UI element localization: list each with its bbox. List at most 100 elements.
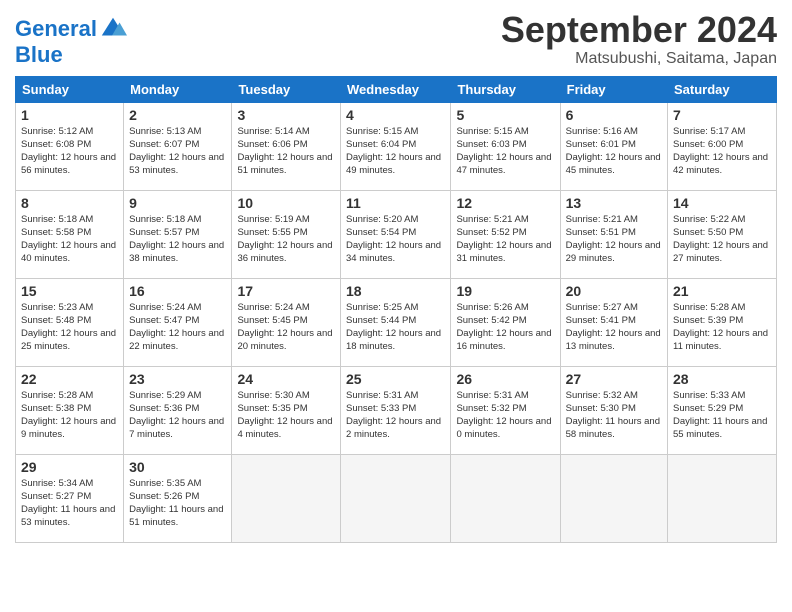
col-tuesday: Tuesday xyxy=(232,76,341,102)
day-info: Sunrise: 5:31 AMSunset: 5:32 PMDaylight:… xyxy=(456,389,554,442)
day-info: Sunrise: 5:26 AMSunset: 5:42 PMDaylight:… xyxy=(456,301,554,354)
table-row xyxy=(341,454,451,542)
table-row: 8Sunrise: 5:18 AMSunset: 5:58 PMDaylight… xyxy=(16,190,124,278)
day-info: Sunrise: 5:28 AMSunset: 5:38 PMDaylight:… xyxy=(21,389,118,442)
table-row xyxy=(560,454,667,542)
table-row: 27 Sunrise: 5:32 AMSunset: 5:30 PMDayligh… xyxy=(560,366,667,454)
day-number: 23 xyxy=(129,371,226,387)
table-row: 18Sunrise: 5:25 AMSunset: 5:44 PMDayligh… xyxy=(341,278,451,366)
day-number: 5 xyxy=(456,107,554,123)
day-number: 10 xyxy=(237,195,335,211)
day-info: Sunrise: 5:35 AMSunset: 5:26 PMDaylight:… xyxy=(129,477,226,530)
header: General Blue September 2024 Matsubushi, … xyxy=(15,10,777,68)
table-row: 9 Sunrise: 5:18 AMSunset: 5:57 PMDaylight… xyxy=(124,190,232,278)
day-info: Sunrise: 5:17 AMSunset: 6:00 PMDaylight:… xyxy=(673,125,771,178)
day-info: Sunrise: 5:21 AMSunset: 5:52 PMDaylight:… xyxy=(456,213,554,266)
table-row xyxy=(668,454,777,542)
day-info: Sunrise: 5:22 AMSunset: 5:50 PMDaylight:… xyxy=(673,213,771,266)
day-number: 11 xyxy=(346,195,445,211)
calendar-row-5: 29Sunrise: 5:34 AMSunset: 5:27 PMDayligh… xyxy=(16,454,777,542)
day-info: Sunrise: 5:23 AMSunset: 5:48 PMDaylight:… xyxy=(21,301,118,354)
day-info: Sunrise: 5:32 AMSunset: 5:30 PMDaylight:… xyxy=(566,389,662,442)
day-number: 24 xyxy=(237,371,335,387)
day-info: Sunrise: 5:28 AMSunset: 5:39 PMDaylight:… xyxy=(673,301,771,354)
day-number: 16 xyxy=(129,283,226,299)
day-number: 19 xyxy=(456,283,554,299)
table-row: 12Sunrise: 5:21 AMSunset: 5:52 PMDayligh… xyxy=(451,190,560,278)
day-info: Sunrise: 5:30 AMSunset: 5:35 PMDaylight:… xyxy=(237,389,335,442)
day-info: Sunrise: 5:20 AMSunset: 5:54 PMDaylight:… xyxy=(346,213,445,266)
day-number: 4 xyxy=(346,107,445,123)
day-number: 13 xyxy=(566,195,662,211)
location-subtitle: Matsubushi, Saitama, Japan xyxy=(501,50,777,68)
day-info: Sunrise: 5:15 AMSunset: 6:03 PMDaylight:… xyxy=(456,125,554,178)
day-number: 8 xyxy=(21,195,118,211)
calendar-row-2: 8Sunrise: 5:18 AMSunset: 5:58 PMDaylight… xyxy=(16,190,777,278)
table-row: 13 Sunrise: 5:21 AMSunset: 5:51 PMDayligh… xyxy=(560,190,667,278)
table-row: 7 Sunrise: 5:17 AMSunset: 6:00 PMDaylight… xyxy=(668,102,777,190)
logo-icon xyxy=(99,15,127,43)
day-info: Sunrise: 5:25 AMSunset: 5:44 PMDaylight:… xyxy=(346,301,445,354)
month-title: September 2024 xyxy=(501,10,777,50)
day-number: 25 xyxy=(346,371,445,387)
table-row: 30 Sunrise: 5:35 AMSunset: 5:26 PMDayligh… xyxy=(124,454,232,542)
day-number: 14 xyxy=(673,195,771,211)
table-row: 23 Sunrise: 5:29 AMSunset: 5:36 PMDayligh… xyxy=(124,366,232,454)
col-friday: Friday xyxy=(560,76,667,102)
table-row: 25 Sunrise: 5:31 AMSunset: 5:33 PMDayligh… xyxy=(341,366,451,454)
day-info: Sunrise: 5:24 AMSunset: 5:45 PMDaylight:… xyxy=(237,301,335,354)
logo-blue-text: Blue xyxy=(15,43,127,67)
day-number: 20 xyxy=(566,283,662,299)
day-info: Sunrise: 5:33 AMSunset: 5:29 PMDaylight:… xyxy=(673,389,771,442)
table-row: 24 Sunrise: 5:30 AMSunset: 5:35 PMDayligh… xyxy=(232,366,341,454)
table-row: 2Sunrise: 5:13 AMSunset: 6:07 PMDaylight… xyxy=(124,102,232,190)
day-info: Sunrise: 5:18 AMSunset: 5:57 PMDaylight:… xyxy=(129,213,226,266)
day-info: Sunrise: 5:21 AMSunset: 5:51 PMDaylight:… xyxy=(566,213,662,266)
day-info: Sunrise: 5:15 AMSunset: 6:04 PMDaylight:… xyxy=(346,125,445,178)
page-container: General Blue September 2024 Matsubushi, … xyxy=(0,0,792,553)
calendar-header-row: Sunday Monday Tuesday Wednesday Thursday… xyxy=(16,76,777,102)
day-number: 28 xyxy=(673,371,771,387)
table-row: 17Sunrise: 5:24 AMSunset: 5:45 PMDayligh… xyxy=(232,278,341,366)
table-row: 19 Sunrise: 5:26 AMSunset: 5:42 PMDayligh… xyxy=(451,278,560,366)
table-row: 14 Sunrise: 5:22 AMSunset: 5:50 PMDayligh… xyxy=(668,190,777,278)
logo-text: General xyxy=(15,17,97,41)
day-number: 30 xyxy=(129,459,226,475)
calendar-table: Sunday Monday Tuesday Wednesday Thursday… xyxy=(15,76,777,543)
table-row: 29Sunrise: 5:34 AMSunset: 5:27 PMDayligh… xyxy=(16,454,124,542)
calendar-row-3: 15 Sunrise: 5:23 AMSunset: 5:48 PMDayligh… xyxy=(16,278,777,366)
day-number: 7 xyxy=(673,107,771,123)
col-wednesday: Wednesday xyxy=(341,76,451,102)
day-info: Sunrise: 5:29 AMSunset: 5:36 PMDaylight:… xyxy=(129,389,226,442)
day-number: 15 xyxy=(21,283,118,299)
table-row: 11 Sunrise: 5:20 AMSunset: 5:54 PMDayligh… xyxy=(341,190,451,278)
logo: General Blue xyxy=(15,15,127,67)
day-number: 9 xyxy=(129,195,226,211)
table-row: 15 Sunrise: 5:23 AMSunset: 5:48 PMDayligh… xyxy=(16,278,124,366)
table-row xyxy=(232,454,341,542)
calendar-row-4: 22Sunrise: 5:28 AMSunset: 5:38 PMDayligh… xyxy=(16,366,777,454)
calendar-row-1: 1 Sunrise: 5:12 AMSunset: 6:08 PMDaylight… xyxy=(16,102,777,190)
day-info: Sunrise: 5:19 AMSunset: 5:55 PMDaylight:… xyxy=(237,213,335,266)
day-info: Sunrise: 5:14 AMSunset: 6:06 PMDaylight:… xyxy=(237,125,335,178)
day-info: Sunrise: 5:27 AMSunset: 5:41 PMDaylight:… xyxy=(566,301,662,354)
day-info: Sunrise: 5:12 AMSunset: 6:08 PMDaylight:… xyxy=(21,125,118,178)
col-sunday: Sunday xyxy=(16,76,124,102)
table-row: 1 Sunrise: 5:12 AMSunset: 6:08 PMDaylight… xyxy=(16,102,124,190)
col-saturday: Saturday xyxy=(668,76,777,102)
day-number: 26 xyxy=(456,371,554,387)
table-row: 26 Sunrise: 5:31 AMSunset: 5:32 PMDayligh… xyxy=(451,366,560,454)
day-number: 3 xyxy=(237,107,335,123)
day-info: Sunrise: 5:16 AMSunset: 6:01 PMDaylight:… xyxy=(566,125,662,178)
day-info: Sunrise: 5:34 AMSunset: 5:27 PMDaylight:… xyxy=(21,477,118,530)
table-row: 21Sunrise: 5:28 AMSunset: 5:39 PMDayligh… xyxy=(668,278,777,366)
day-number: 27 xyxy=(566,371,662,387)
table-row: 3 Sunrise: 5:14 AMSunset: 6:06 PMDaylight… xyxy=(232,102,341,190)
table-row xyxy=(451,454,560,542)
table-row: 6Sunrise: 5:16 AMSunset: 6:01 PMDaylight… xyxy=(560,102,667,190)
day-number: 1 xyxy=(21,107,118,123)
day-info: Sunrise: 5:24 AMSunset: 5:47 PMDaylight:… xyxy=(129,301,226,354)
day-info: Sunrise: 5:31 AMSunset: 5:33 PMDaylight:… xyxy=(346,389,445,442)
table-row: 5 Sunrise: 5:15 AMSunset: 6:03 PMDaylight… xyxy=(451,102,560,190)
col-thursday: Thursday xyxy=(451,76,560,102)
